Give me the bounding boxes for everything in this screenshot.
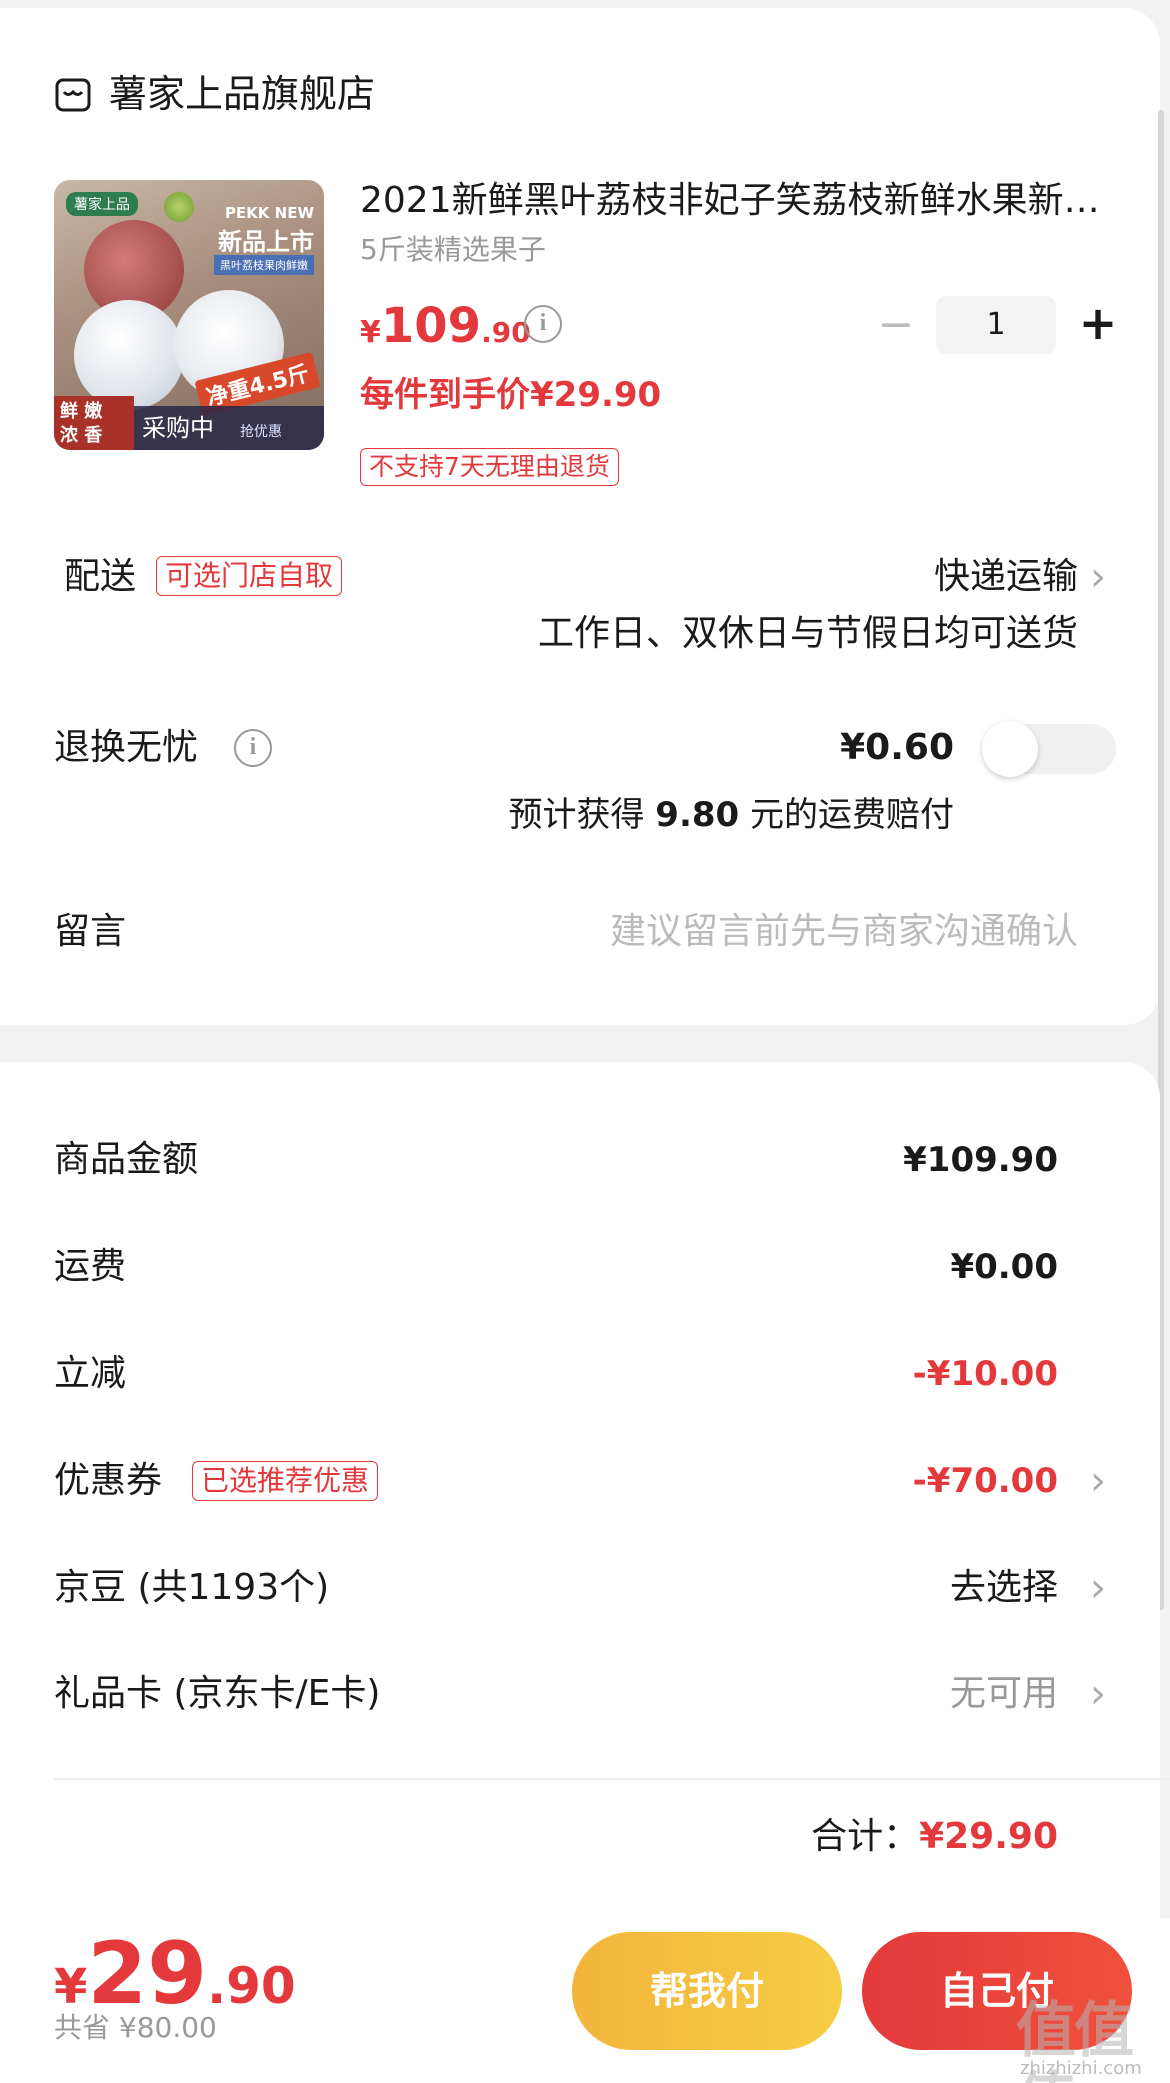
return-insurance-note: 预计获得 9.80 元的运费赔付	[508, 790, 954, 840]
help-pay-button[interactable]: 帮我付	[572, 1932, 842, 2050]
goods-amount-label: 商品金额	[54, 1139, 199, 1180]
shipping-label: 配送	[64, 556, 137, 597]
watermark-url: zhizhizhi.com	[1020, 2058, 1142, 2079]
divider	[54, 1778, 1170, 1780]
lychee-flesh-shape	[74, 300, 184, 410]
message-label: 留言	[54, 911, 127, 952]
quantity-increase-button[interactable]: +	[1076, 300, 1120, 350]
quantity-input[interactable]: 1	[936, 296, 1056, 354]
purchasing-status: 采购中	[142, 414, 214, 442]
pay-decimal: .90	[207, 1957, 296, 2015]
coupon-value[interactable]: -¥70.00	[913, 1456, 1058, 1506]
chevron-right-icon[interactable]: ›	[1090, 1456, 1106, 1506]
gift-card-value[interactable]: 无可用	[950, 1669, 1058, 1719]
total-value: ¥29.90	[919, 1816, 1058, 1857]
product-image[interactable]: 薯家上品 PEKK NEW 新品上市 黑叶荔枝果肉鲜嫩 净重4.5斤 鲜 嫩 浓…	[54, 180, 324, 450]
shipping-note: 工作日、双休日与节假日均可送货	[537, 613, 1078, 654]
product-image-headline: 新品上市	[218, 228, 314, 256]
note-prefix: 预计获得	[508, 795, 645, 835]
shipping-method[interactable]: 快递运输	[934, 552, 1078, 602]
goods-amount-value: ¥109.90	[903, 1140, 1058, 1180]
coupon-label: 优惠券	[54, 1460, 163, 1501]
pay-currency: ¥	[54, 1959, 88, 2015]
shop-name[interactable]: 薯家上品旗舰店	[109, 68, 375, 120]
message-input[interactable]: 建议留言前先与商家沟通确认	[610, 907, 1078, 957]
quantity-decrease-button[interactable]: −	[876, 302, 916, 352]
purchasing-badge: 采购中 抢优惠	[134, 406, 324, 450]
leaf-shape	[164, 192, 194, 222]
note-suffix: 元的运费赔付	[750, 795, 954, 835]
toggle-knob	[982, 721, 1038, 777]
product-spec: 5斤装精选果子	[360, 233, 546, 266]
product-image-side-label: 鲜 嫩 浓 香	[54, 396, 134, 450]
instant-discount-label: 立减	[54, 1353, 127, 1394]
purchasing-deal: 抢优惠	[240, 424, 282, 440]
info-icon[interactable]: i	[234, 729, 272, 767]
chevron-right-icon[interactable]: ›	[1090, 1563, 1106, 1613]
freight-value: ¥0.00	[950, 1247, 1058, 1287]
order-card	[0, 8, 1160, 1025]
saved-amount: 共省 ¥80.00	[54, 2011, 217, 2044]
product-image-brand: 薯家上品	[66, 192, 138, 216]
freight-label: 运费	[54, 1246, 127, 1287]
info-icon[interactable]: i	[524, 305, 562, 343]
instant-discount-value: -¥10.00	[912, 1354, 1058, 1394]
return-policy-tag: 不支持7天无理由退货	[360, 448, 619, 486]
store-icon	[55, 78, 91, 112]
gift-card-label: 礼品卡 (京东卡/E卡)	[54, 1673, 381, 1714]
product-image-en: PEKK NEW	[224, 204, 314, 222]
chevron-right-icon[interactable]: ›	[1090, 552, 1106, 602]
price-integer: 109	[380, 298, 482, 354]
return-insurance-toggle[interactable]	[982, 721, 1116, 777]
return-insurance-label: 退换无忧	[54, 727, 199, 768]
return-insurance-price: ¥0.60	[840, 727, 954, 768]
product-image-subline: 黑叶荔枝果肉鲜嫩	[214, 255, 314, 275]
price-currency: ¥	[360, 315, 381, 350]
total-label: 合计：	[811, 1816, 920, 1857]
product-price: ¥109.90	[360, 296, 531, 367]
jd-bean-select[interactable]: 去选择	[950, 1563, 1058, 1613]
jd-bean-label: 京豆 (共1193个)	[54, 1567, 330, 1608]
coupon-tag: 已选推荐优惠	[192, 1461, 379, 1501]
product-title[interactable]: 2021新鲜黑叶荔枝非妃子笑荔枝新鲜水果新鲜当季5斤装	[360, 176, 1100, 226]
pickup-tag: 可选门店自取	[156, 556, 343, 596]
order-total: 合计：¥29.90	[811, 1812, 1058, 1862]
note-amount: 9.80	[655, 795, 740, 835]
chevron-right-icon[interactable]: ›	[1090, 1669, 1106, 1719]
unit-final-price: 每件到手价¥29.90	[360, 375, 662, 415]
